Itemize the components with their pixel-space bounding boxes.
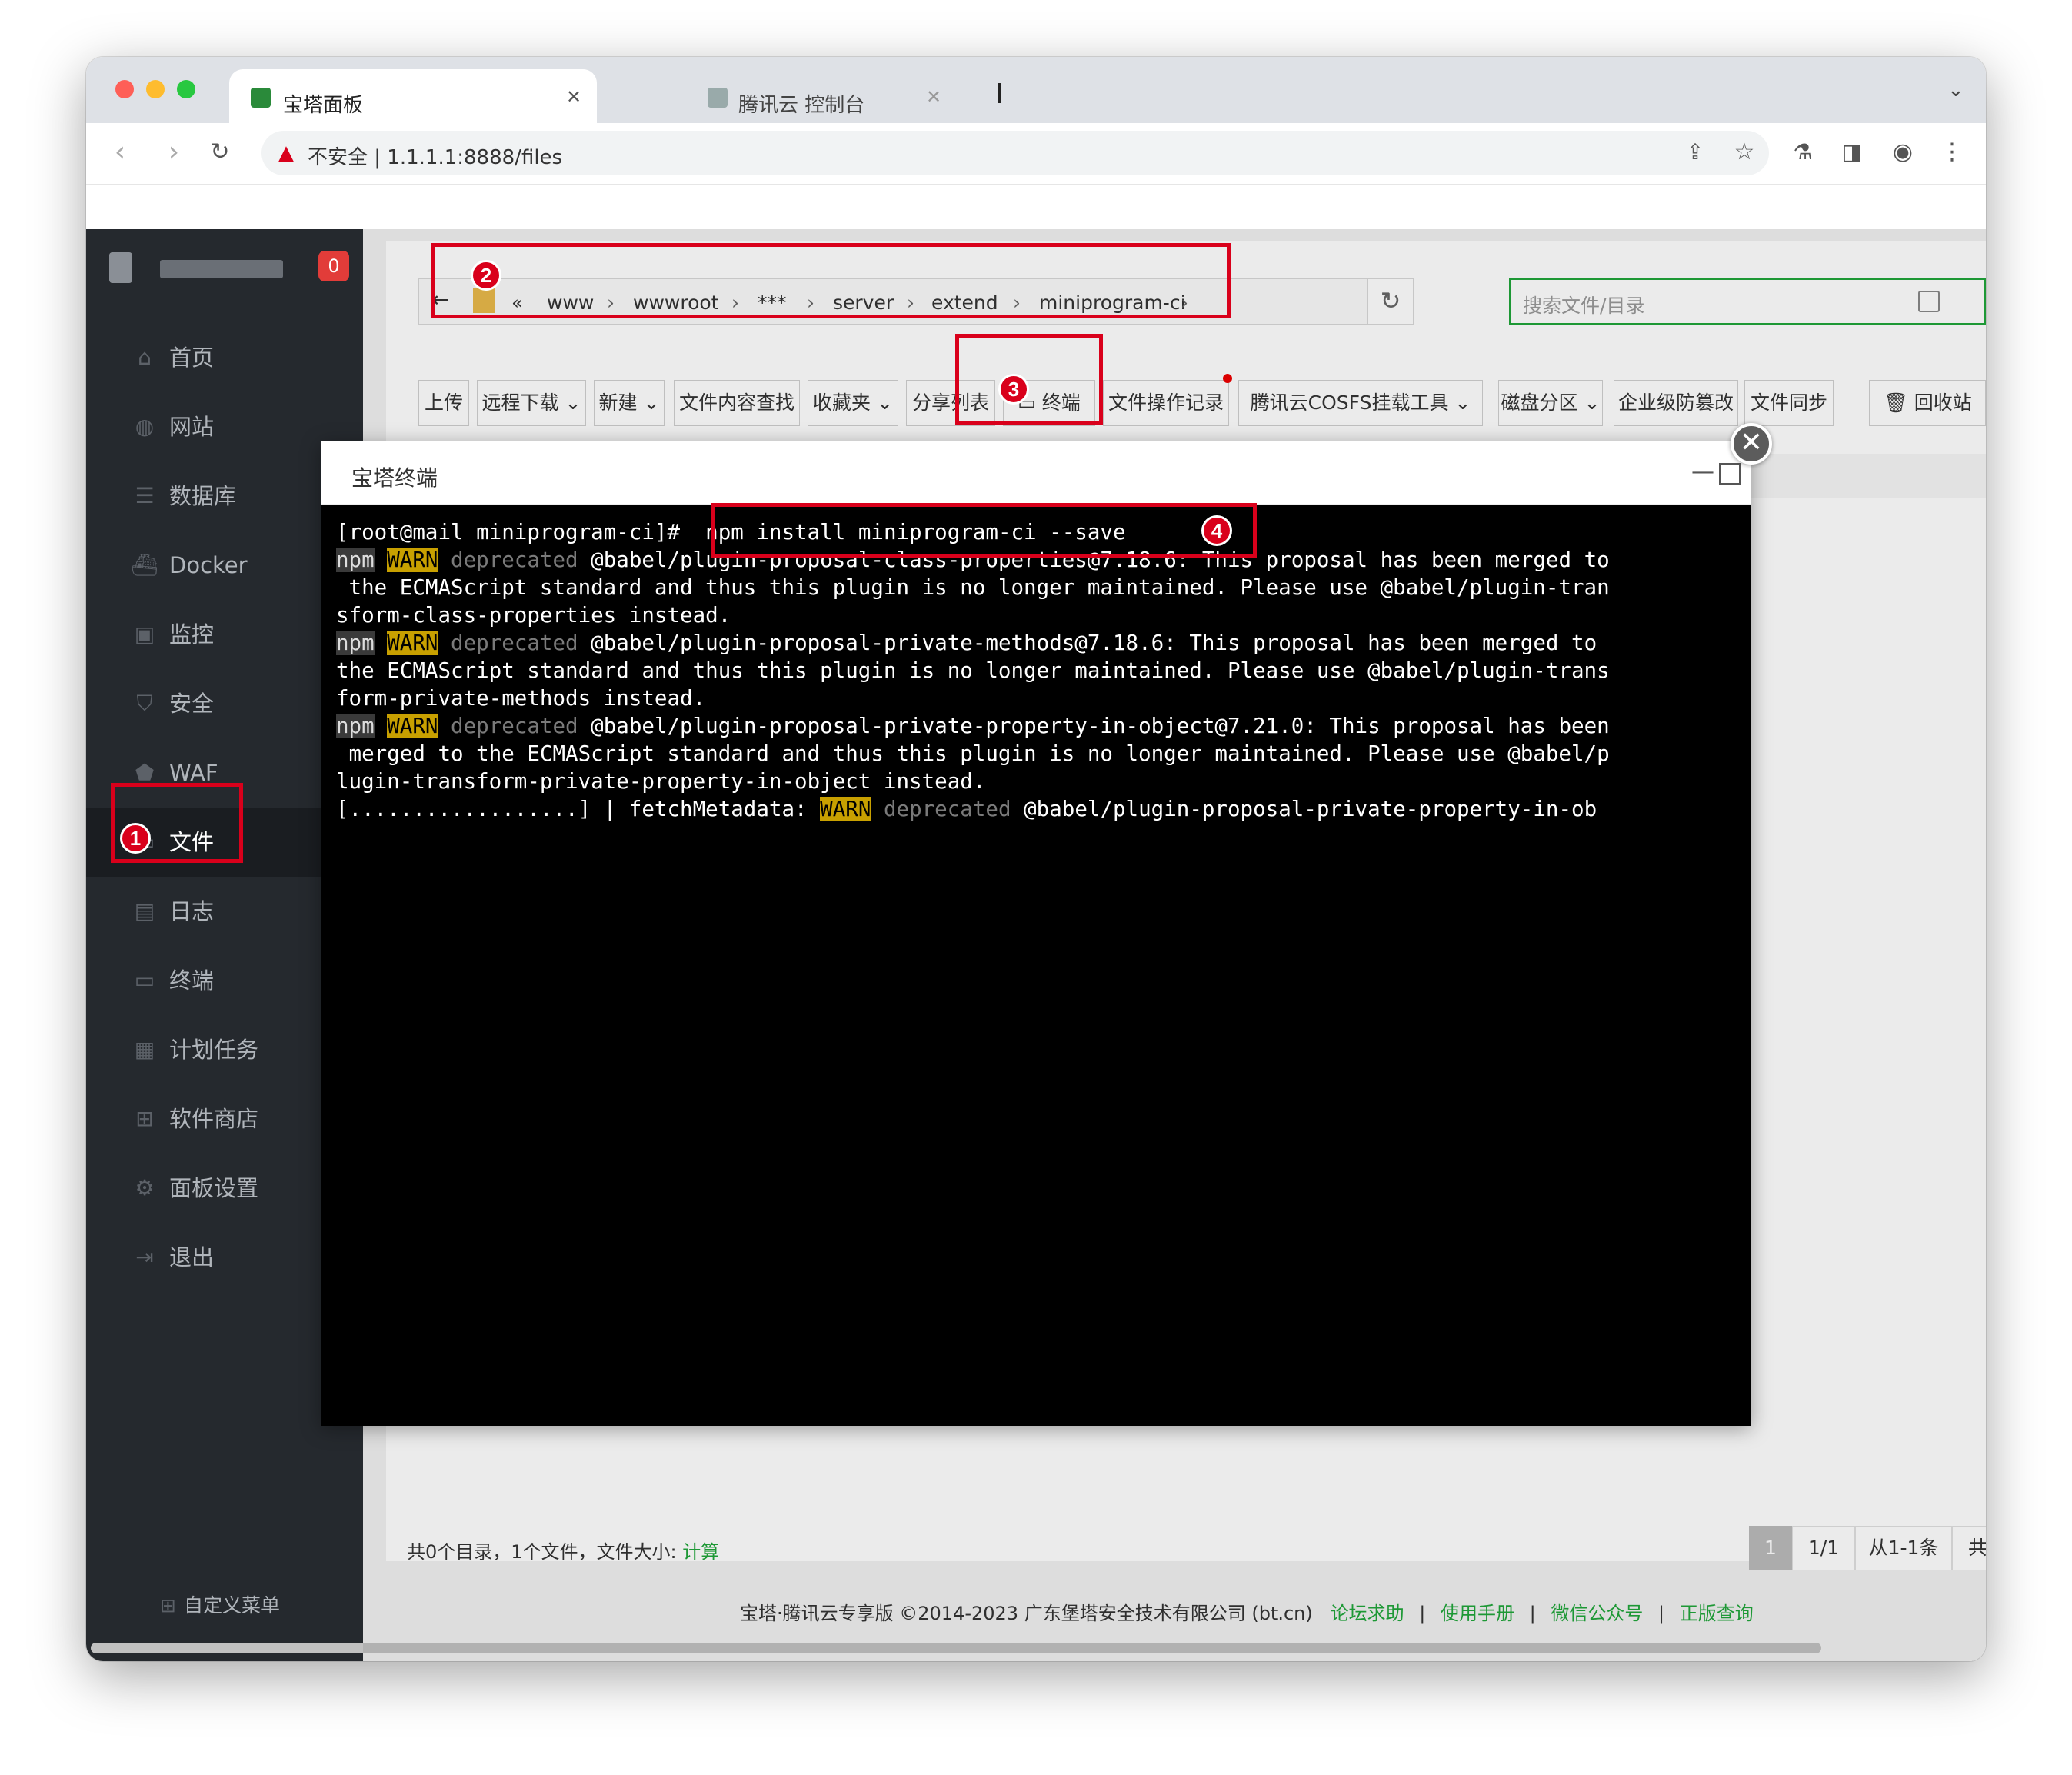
reload-icon[interactable]: ↻ [203, 137, 237, 168]
tab-close-icon[interactable]: ✕ [566, 86, 581, 108]
warning-icon: ▲ [278, 142, 294, 165]
dialog-header: 宝塔终端 — [321, 441, 1751, 505]
share-icon[interactable]: ⇪ [1678, 137, 1712, 168]
server-name-blurred [160, 260, 283, 278]
back-icon[interactable]: ‹ [103, 137, 137, 168]
log-icon: ▤ [134, 898, 155, 924]
tab-title: 腾讯云 控制台 [738, 94, 865, 117]
tab-bar: 宝塔面板 ✕ 腾讯云 控制台 ✕ ⌄ [86, 57, 1986, 123]
calendar-icon: ▦ [134, 1037, 155, 1062]
close-window-button[interactable] [115, 80, 134, 98]
prompt: [root@mail miniprogram-ci]# [336, 520, 693, 544]
notification-badge[interactable]: 0 [318, 251, 349, 281]
forward-icon[interactable]: › [157, 137, 191, 168]
terminal-dialog: 宝塔终端 — [root@mail miniprogram-ci]# npm i… [321, 441, 1751, 1426]
side-panel-icon[interactable]: ◨ [1835, 137, 1869, 168]
docker-icon: ⛴ [131, 552, 158, 578]
maximize-window-button[interactable] [177, 80, 195, 98]
gear-icon: ⚙ [135, 1175, 155, 1201]
globe-icon: ◍ [135, 414, 155, 439]
home-icon: ⌂ [138, 345, 152, 370]
dialog-close-button[interactable]: ✕ [1731, 423, 1772, 465]
tab-favicon-icon [251, 88, 271, 108]
terminal-output[interactable]: [root@mail miniprogram-ci]# npm install … [336, 518, 1744, 823]
tab-title: 宝塔面板 [283, 94, 364, 117]
sidebar-header: 0 [86, 229, 363, 309]
tab-close-icon[interactable]: ✕ [926, 86, 941, 108]
tab-inactive[interactable]: 腾讯云 控制台 ✕ [618, 69, 1080, 123]
close-icon: ✕ [1739, 427, 1764, 458]
logo-icon [109, 252, 132, 283]
monitor-icon: ▣ [134, 621, 155, 647]
tab-favicon-icon [708, 88, 728, 108]
logout-icon: ⇥ [135, 1244, 154, 1270]
dialog-title: 宝塔终端 [351, 465, 438, 491]
minimize-window-button[interactable] [146, 80, 165, 98]
tab-active[interactable]: 宝塔面板 ✕ [229, 69, 597, 123]
annotation-box-command [711, 503, 1257, 558]
terminal-icon: ▭ [134, 967, 155, 993]
tab-divider [998, 83, 1001, 103]
custom-menu-button[interactable]: ⊞ 自定义菜单 [160, 1590, 280, 1618]
annotation-badge: 2 [471, 260, 501, 291]
browser-window: 宝塔面板 ✕ 腾讯云 控制台 ✕ ⌄ ‹ › ↻ ▲ 不安全 | 1.1.1.1… [86, 57, 1986, 1661]
grid-icon: ⊞ [160, 1594, 176, 1617]
annotation-box-breadcrumb [431, 243, 1231, 318]
shield-icon: ⛉ [136, 691, 153, 716]
annotation-box-terminal-button [955, 334, 1103, 425]
profile-avatar-icon[interactable]: ◉ [1886, 137, 1920, 168]
address-bar[interactable]: ▲ 不安全 | 1.1.1.1:8888/files [261, 131, 1769, 175]
sidebar-item-home[interactable]: ⌂ 首页 [86, 323, 363, 392]
more-menu-icon[interactable]: ⋮ [1935, 137, 1969, 168]
bookmark-star-icon[interactable]: ☆ [1727, 137, 1761, 168]
annotation-badge: 4 [1201, 515, 1232, 546]
annotation-badge: 3 [998, 374, 1029, 405]
apps-icon: ⊞ [135, 1106, 154, 1131]
database-icon: ☰ [135, 483, 155, 508]
annotation-badge: 1 [120, 823, 151, 854]
minimize-icon[interactable]: — [1691, 458, 1714, 485]
tab-search-chevron-icon[interactable]: ⌄ [1947, 78, 1964, 102]
maximize-icon[interactable] [1719, 463, 1741, 485]
extension-icon[interactable]: ⚗ [1786, 137, 1820, 168]
browser-toolbar: ‹ › ↻ ▲ 不安全 | 1.1.1.1:8888/files ⇪ ☆ ⚗ ◨… [86, 123, 1986, 185]
address-text: 不安全 | 1.1.1.1:8888/files [308, 146, 563, 169]
